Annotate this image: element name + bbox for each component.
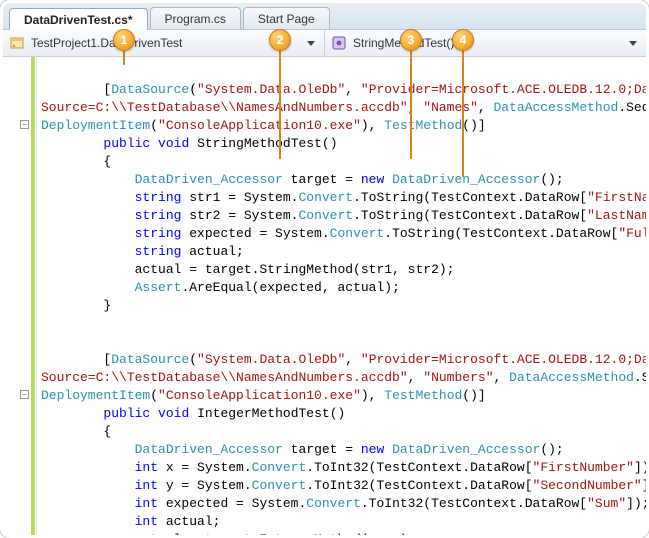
collapse-toggle[interactable]: −: [20, 120, 29, 129]
tab-datadriventest[interactable]: DataDrivenTest.cs*: [9, 8, 148, 30]
callout-line: [279, 51, 281, 159]
callout-1: 1: [113, 29, 135, 51]
nav-bar: TestProject1.DataDrivenTest StringMethod…: [3, 29, 646, 57]
change-marker: [31, 57, 35, 535]
class-icon: [9, 35, 25, 51]
tab-label: Program.cs: [165, 12, 226, 26]
callout-line: [462, 51, 464, 177]
member-dropdown-icon[interactable]: [626, 36, 640, 50]
code-editor[interactable]: [DataSource("System.Data.OleDb", "Provid…: [37, 57, 646, 535]
callout-3: 3: [400, 29, 422, 51]
callout-line: [123, 51, 125, 65]
tab-bar: DataDrivenTest.cs* Program.cs Start Page: [3, 3, 646, 29]
type-dropdown-icon[interactable]: [304, 36, 318, 50]
editor-area: − − [DataSource("System.Data.OleDb", "Pr…: [3, 57, 646, 535]
editor-window: DataDrivenTest.cs* Program.cs Start Page…: [0, 0, 649, 538]
tab-startpage[interactable]: Start Page: [243, 7, 330, 29]
tab-program[interactable]: Program.cs: [150, 7, 241, 29]
member-name: StringMethodTest(): [353, 36, 626, 50]
type-name: TestProject1.DataDrivenTest: [31, 36, 304, 50]
callout-2: 2: [269, 29, 291, 51]
collapse-toggle[interactable]: −: [20, 390, 29, 399]
gutter: − −: [3, 57, 37, 535]
callout-4: 4: [452, 29, 474, 51]
tab-label: DataDrivenTest.cs*: [24, 13, 133, 27]
member-selector[interactable]: StringMethodTest(): [325, 30, 646, 56]
method-icon: [331, 35, 347, 51]
tab-label: Start Page: [258, 12, 315, 26]
callout-line: [410, 51, 412, 159]
